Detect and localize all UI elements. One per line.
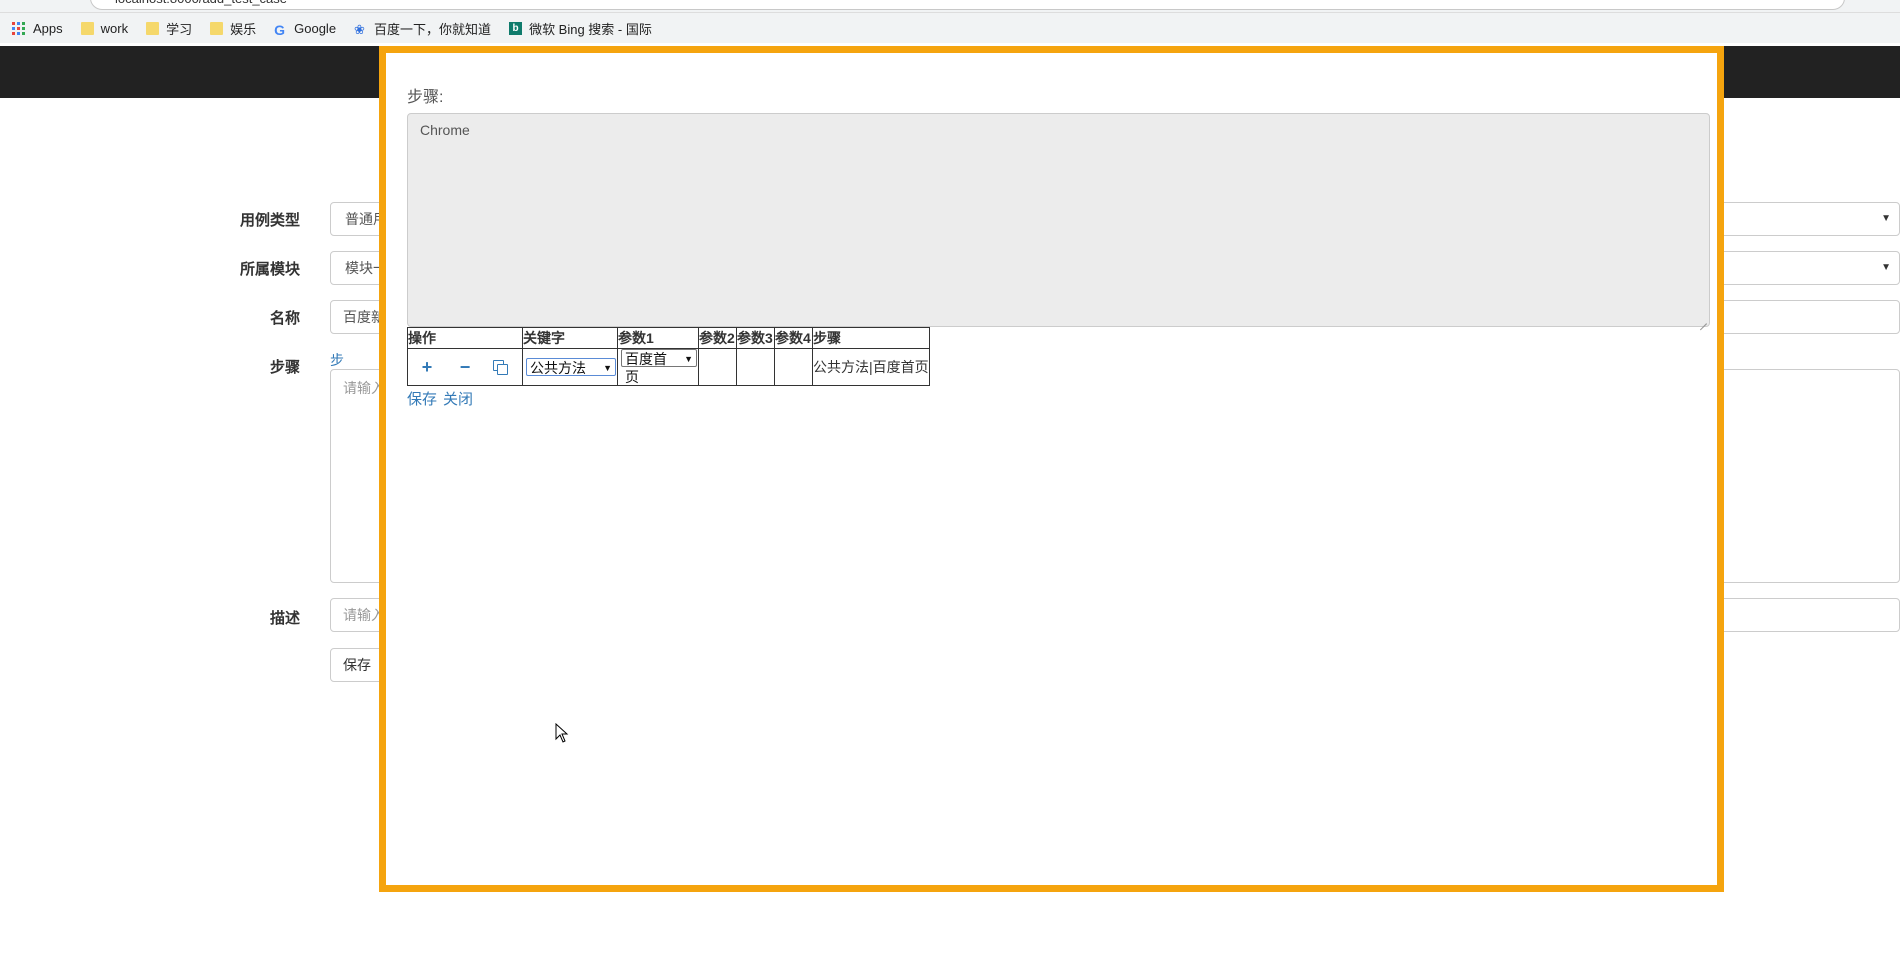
header-param4: 参数4 <box>774 327 813 349</box>
case-type-label: 用例类型 <box>239 212 300 229</box>
steps-table: 操作 关键字 参数1 参数2 参数3 参数4 步骤 + − 公共方法 ▼ 百度首… <box>407 327 930 386</box>
modal-save-link[interactable]: 保存 <box>407 391 437 408</box>
bookmark-study[interactable]: 学习 <box>146 19 192 38</box>
param1-cell: 百度首页 ▼ <box>617 348 699 386</box>
folder-icon <box>146 21 160 35</box>
steps-preview-textarea[interactable]: Chrome <box>407 113 1710 327</box>
bookmark-label: work <box>100 20 129 36</box>
header-step: 步骤 <box>812 327 930 349</box>
google-icon: G <box>274 21 286 38</box>
bookmark-label: Google <box>294 20 337 36</box>
baidu-icon: ❀ <box>354 21 365 37</box>
modal-close-link[interactable]: 关闭 <box>443 391 473 408</box>
bookmark-label: 娱乐 <box>230 21 257 37</box>
operation-cell: + − <box>407 348 523 386</box>
chevron-down-icon: ▼ <box>603 363 612 373</box>
mouse-cursor-icon <box>555 723 569 743</box>
folder-icon <box>80 21 94 35</box>
bookmark-bing[interactable]: b 微软 Bing 搜索 - 国际 <box>509 19 652 38</box>
apps-icon <box>12 21 25 35</box>
bookmark-apps[interactable]: Apps <box>12 21 63 36</box>
param4-cell[interactable] <box>774 348 813 386</box>
param2-cell[interactable] <box>698 348 737 386</box>
chevron-down-icon: ▼ <box>1881 213 1891 224</box>
header-keyword: 关键字 <box>522 327 618 349</box>
bookmark-google[interactable]: G Google <box>274 20 337 38</box>
copy-icon[interactable] <box>493 360 513 375</box>
header-param3: 参数3 <box>736 327 775 349</box>
steps-preview-value: Chrome <box>420 122 470 138</box>
bookmark-label: 百度一下，你就知道 <box>374 21 492 37</box>
resize-handle-icon[interactable] <box>1697 314 1707 324</box>
keyword-value: 公共方法 <box>530 360 586 376</box>
keyword-select[interactable]: 公共方法 ▼ <box>526 358 616 376</box>
bookmark-label: 微软 Bing 搜索 - 国际 <box>529 21 652 37</box>
table-row: + − 公共方法 ▼ 百度首页 ▼ 公共方法|百度首页 <box>407 348 930 386</box>
bookmark-baidu[interactable]: ❀ 百度一下，你就知道 <box>354 19 491 38</box>
bookmark-work[interactable]: work <box>80 20 129 36</box>
modal-actions: 保存 关闭 <box>407 388 479 409</box>
bookmarks-bar: Apps work 学习 娱乐 G Google ❀ 百度一下，你就知道 b 微… <box>0 13 1900 43</box>
modal-title: 步骤: <box>407 89 444 106</box>
bookmark-fun[interactable]: 娱乐 <box>210 19 256 38</box>
param1-value: 百度首页 <box>625 351 667 385</box>
folder-icon <box>210 21 224 35</box>
bookmark-label: Apps <box>33 20 63 36</box>
param1-select[interactable]: 百度首页 ▼ <box>621 349 697 385</box>
module-label: 所属模块 <box>239 261 300 278</box>
description-label: 描述 <box>269 610 300 627</box>
header-param1: 参数1 <box>617 327 699 349</box>
step-cell: 公共方法|百度首页 <box>812 348 930 386</box>
steps-modal: 步骤: Chrome 操作 关键字 参数1 参数2 参数3 参数4 步骤 + − <box>379 46 1724 892</box>
header-operation: 操作 <box>407 327 523 349</box>
browser-toolbar: localhost:8000/add_test_case <box>0 0 1900 13</box>
header-param2: 参数2 <box>698 327 737 349</box>
table-header-row: 操作 关键字 参数1 参数2 参数3 参数4 步骤 <box>407 327 930 349</box>
name-label: 名称 <box>269 310 300 327</box>
remove-row-button[interactable]: − <box>455 357 475 378</box>
bing-icon: b <box>509 21 523 35</box>
chevron-down-icon: ▼ <box>684 354 693 364</box>
add-row-button[interactable]: + <box>417 357 437 378</box>
keyword-cell: 公共方法 ▼ <box>522 348 618 386</box>
steps-label: 步骤 <box>269 359 300 376</box>
address-bar[interactable]: localhost:8000/add_test_case <box>90 0 1845 10</box>
chevron-down-icon: ▼ <box>1881 262 1891 273</box>
bookmark-label: 学习 <box>166 21 193 37</box>
param3-cell[interactable] <box>736 348 775 386</box>
